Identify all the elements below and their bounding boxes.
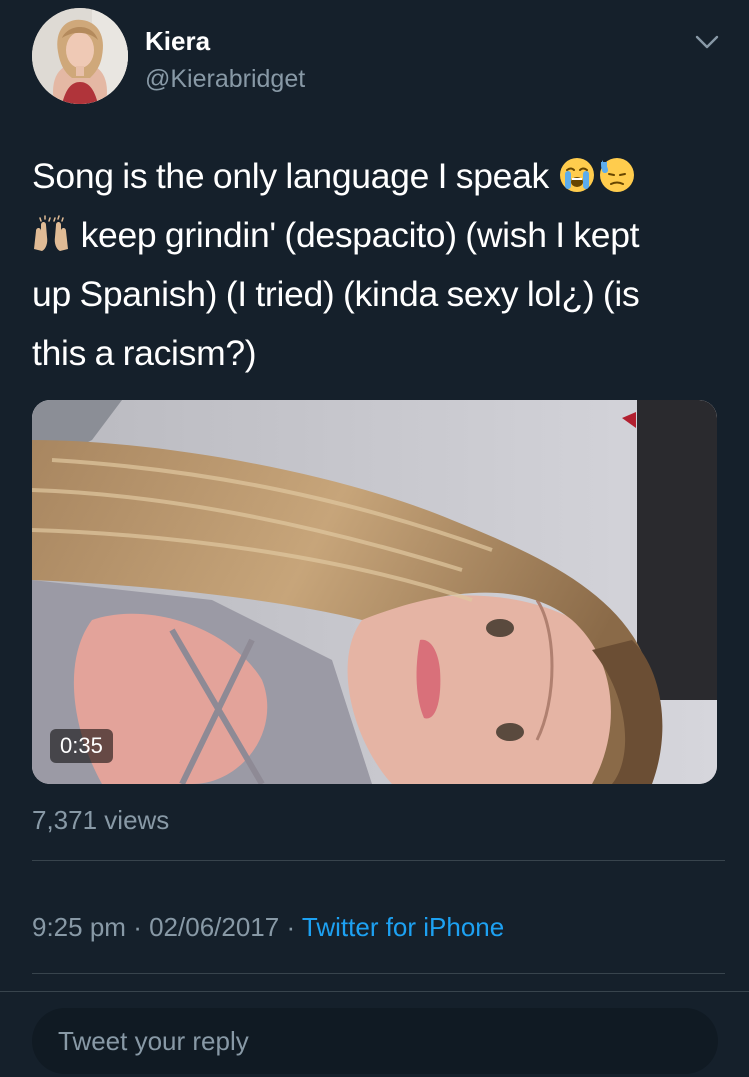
tweet-text: Song is the only language I speak keep g… [32, 147, 722, 383]
meta-separator: · [133, 912, 142, 942]
divider [32, 973, 725, 974]
reply-bar [0, 991, 749, 1077]
loudly-crying-face-icon [558, 153, 596, 192]
downcast-face-with-sweat-icon [598, 153, 636, 192]
tweet-text-part: Song is the only language I speak [32, 156, 549, 196]
video-duration-badge: 0:35 [50, 729, 113, 763]
tweet-source-link[interactable]: Twitter for iPhone [302, 912, 504, 942]
video-player[interactable]: 0:35 [32, 400, 717, 784]
chevron-down-icon[interactable] [692, 30, 722, 54]
tweet-line-2: keep grindin' (despacito) (wish I kept [32, 206, 722, 265]
tweet-text-part: keep grindin' (despacito) (wish I kept [80, 215, 640, 255]
divider [32, 860, 725, 861]
tweet-header: Kiera @Kierabridget [32, 8, 722, 108]
tweet-meta: 9:25 pm · 02/06/2017 · Twitter for iPhon… [32, 909, 504, 945]
tweet-detail-page: Kiera @Kierabridget Song is the only lan… [0, 0, 749, 1077]
tweet-line-3: up Spanish) (I tried) (kinda sexy lol¿) … [32, 274, 640, 314]
meta-separator: · [286, 912, 296, 942]
video-thumbnail [32, 400, 717, 784]
user-handle[interactable]: @Kierabridget [145, 64, 305, 94]
tweet-line-4: this a racism?) [32, 333, 257, 373]
view-count: 7,371 views [32, 805, 170, 835]
display-name[interactable]: Kiera [145, 26, 210, 56]
tweet-time: 9:25 pm [32, 912, 126, 942]
avatar-image [32, 8, 128, 104]
avatar[interactable] [32, 8, 128, 104]
tweet-line-1: Song is the only language I speak [32, 147, 722, 206]
raising-hands-icon [32, 212, 70, 251]
reply-input[interactable] [32, 1008, 718, 1074]
tweet-date: 02/06/2017 [149, 912, 280, 942]
